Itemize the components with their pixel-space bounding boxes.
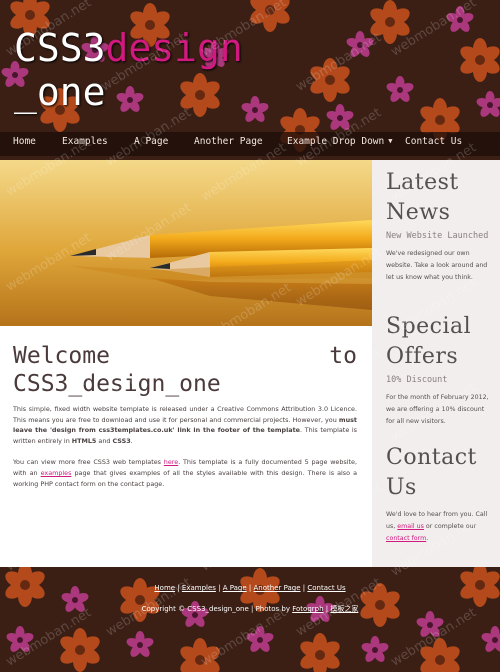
title-to: to	[329, 343, 357, 369]
nav-a-page[interactable]: A Page	[134, 136, 168, 147]
pencils-photo	[0, 160, 372, 326]
copyright-text: Copyright © CSS3_design_one | Photos by	[141, 605, 293, 613]
chevron-down-icon: ▼	[388, 137, 393, 145]
special-offers-block: Special Offers 10% Discount For the mont…	[386, 312, 494, 428]
intro-bold-html5: HTML5	[71, 436, 97, 445]
main-content: Welcome to CSS3_design_one This simple, f…	[0, 160, 372, 567]
footer-separator: |	[246, 584, 254, 592]
site-logo[interactable]: CSS3design _one	[14, 26, 274, 114]
templates-paragraph: You can view more free CSS3 web template…	[13, 457, 357, 489]
title-welcome: Welcome	[13, 343, 110, 369]
templates-text-1: You can view more free CSS3 web template…	[13, 458, 164, 467]
footer-link-home[interactable]: Home	[154, 584, 175, 592]
logo-text-part3: _one	[14, 70, 106, 114]
nav-example-drop-down[interactable]: Example Drop Down ▼	[287, 136, 392, 147]
footer-separator: |	[175, 584, 182, 592]
latest-news-title: Latest News	[386, 170, 459, 225]
site-footer: Home | Examples | A Page | Another Page …	[0, 567, 500, 672]
special-offers-text: For the month of February 2012, we are o…	[386, 394, 489, 425]
footer-separator: |	[215, 584, 223, 592]
nav-another-page[interactable]: Another Page	[194, 136, 263, 147]
contact-form-link[interactable]: contact form	[386, 535, 426, 542]
latest-news-text: We've redesigned our own website. Take a…	[386, 250, 488, 281]
intro-text-4: .	[130, 436, 133, 445]
examples-link[interactable]: examples	[41, 469, 72, 477]
footer-link-contact-us[interactable]: Contact Us	[307, 584, 345, 592]
main-menu: Home Examples A Page Another Page Exampl…	[0, 132, 500, 156]
fotogrph-link[interactable]: Fotogrph	[292, 605, 323, 613]
nav-contact-us[interactable]: Contact Us	[405, 136, 462, 147]
footer-nav: Home | Examples | A Page | Another Page …	[0, 584, 500, 592]
special-offers-subtitle: 10% Discount	[386, 375, 448, 385]
nav-drop-down-label: Example Drop Down	[287, 136, 385, 147]
intro-text-3: and	[96, 436, 113, 445]
latest-news-subtitle: New Website Launched	[386, 231, 489, 241]
content-body: Welcome to CSS3_design_one This simple, f…	[13, 342, 357, 489]
footer-link-a-page[interactable]: A Page	[223, 584, 247, 592]
intro-text-1: This simple, fixed width website templat…	[13, 405, 357, 424]
intro-bold-css3: CSS3	[112, 436, 131, 445]
latest-news-block: Latest News New Website Launched We've r…	[386, 168, 494, 284]
logo-text-part1: CSS3	[14, 26, 106, 70]
logo-text-accent: design	[105, 26, 243, 70]
contact-text: We'd love to hear from you. Call us, ema…	[386, 509, 494, 545]
contact-text-2: or complete our	[423, 523, 477, 530]
special-offers-title: Special Offers	[386, 314, 472, 369]
page-title: Welcome to CSS3_design_one	[13, 342, 357, 398]
contact-text-3: .	[426, 535, 429, 542]
here-link[interactable]: here	[164, 458, 178, 466]
title-site-name: CSS3_design_one	[13, 371, 221, 397]
site-header: CSS3design _one	[0, 0, 500, 132]
email-us-link[interactable]: email us	[397, 523, 424, 530]
footer-link-examples[interactable]: Examples	[182, 584, 216, 592]
intro-paragraph: This simple, fixed width website templat…	[13, 404, 357, 446]
nav-home[interactable]: Home	[13, 136, 36, 147]
sidebar: Latest News New Website Launched We've r…	[372, 160, 500, 567]
contact-title: Contact Us	[386, 445, 477, 500]
contact-block: Contact Us We'd love to hear from you. C…	[386, 443, 494, 545]
nav-examples[interactable]: Examples	[62, 136, 108, 147]
copyright-line: Copyright © CSS3_design_one | Photos by …	[0, 604, 500, 614]
footer-link-another-page[interactable]: Another Page	[254, 584, 301, 592]
design-credit-link[interactable]: 模板之家	[330, 605, 358, 613]
